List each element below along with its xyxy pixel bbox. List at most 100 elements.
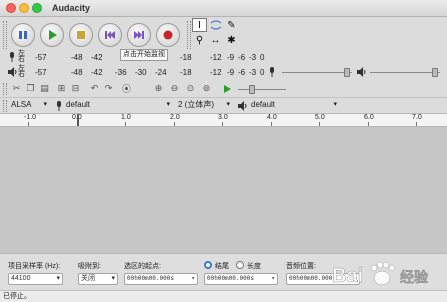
copy-icon: ❐ xyxy=(26,83,35,93)
title-bar: Audacity xyxy=(0,0,447,17)
selection-end-value: 00h00m00.000s xyxy=(207,275,254,282)
selection-start-field[interactable]: 00h00m00.000s ▾ xyxy=(124,273,198,285)
device-toolbar-grip[interactable] xyxy=(3,100,7,112)
meter-tick: -6 xyxy=(238,53,246,62)
chevron-down-icon: ▾ xyxy=(56,275,60,282)
recording-volume-slider[interactable] xyxy=(282,67,352,77)
meter-tick: -30 xyxy=(135,68,147,77)
meter-tick: -57 xyxy=(35,68,47,77)
ruler-label: 5.0 xyxy=(315,114,325,121)
project-rate-label: 项目采样率 (Hz): xyxy=(8,263,61,270)
trim-icon: ⊞ xyxy=(57,83,66,93)
play-button[interactable] xyxy=(40,23,64,47)
ruler-label: 4.0 xyxy=(267,114,277,121)
playback-speed-slider[interactable] xyxy=(238,84,286,94)
skip-to-start-button[interactable] xyxy=(98,23,122,47)
project-rate-select[interactable]: 44100 ▾ xyxy=(8,273,63,285)
playback-meter[interactable]: 左 右 -57 -48 -42 -36 -30 -24 -18 -12 -9 -… xyxy=(8,65,264,78)
track-panel[interactable] xyxy=(0,127,447,253)
play-icon xyxy=(49,30,57,40)
toolbar-grip[interactable] xyxy=(3,21,7,49)
ruler-label: 2.0 xyxy=(170,114,180,121)
scissors-icon: ✂ xyxy=(12,83,21,93)
play-icon xyxy=(223,84,231,93)
window-title: Audacity xyxy=(52,3,91,13)
close-window-button[interactable] xyxy=(6,3,16,13)
svg-text:经验: 经验 xyxy=(400,269,429,286)
edit-toolbar-grip[interactable] xyxy=(3,83,7,95)
trim-button[interactable]: ⊞ xyxy=(55,82,68,95)
snap-to-value: 关闭 xyxy=(81,275,95,282)
ruler-label: -1.0 xyxy=(24,114,37,121)
project-rate-value: 44100 xyxy=(11,275,31,282)
status-text: 已停止。 xyxy=(3,293,31,300)
recording-device-select[interactable]: default ▾ xyxy=(64,100,172,112)
chevron-down-icon: ▾ xyxy=(43,101,47,108)
zoom-tool-button[interactable]: ⚲ xyxy=(192,33,207,47)
meter-tick: -48 xyxy=(71,53,83,62)
skip-to-start-icon xyxy=(105,31,115,39)
selection-end-field[interactable]: 00h00m00.000s ▾ xyxy=(204,273,278,285)
right-channel-label: 右 xyxy=(18,56,25,63)
snap-to-select[interactable]: 关闭 ▾ xyxy=(78,273,118,285)
slider-thumb[interactable] xyxy=(249,85,255,94)
chevron-down-icon: ▾ xyxy=(191,275,195,282)
magnifier-icon: ⚲ xyxy=(195,34,204,46)
ruler-label: 1.0 xyxy=(121,114,131,121)
playhead-marker-icon[interactable] xyxy=(75,114,81,126)
selection-tool-button[interactable]: I xyxy=(192,18,207,32)
snap-to-label: 吸附到: xyxy=(78,263,101,270)
record-icon xyxy=(163,30,173,40)
meter-tick: -3 xyxy=(249,68,257,77)
undo-button[interactable]: ↶ xyxy=(88,82,101,95)
tools-grip[interactable] xyxy=(187,21,191,49)
svg-text:Bai: Bai xyxy=(332,265,363,287)
monitor-tooltip[interactable]: 点击开始监视 xyxy=(120,49,168,61)
redo-button[interactable]: ↷ xyxy=(102,82,115,95)
audio-host-select[interactable]: ALSA ▾ xyxy=(9,100,49,112)
time-shift-tool-button[interactable]: ↔ xyxy=(208,33,223,47)
draw-tool-button[interactable]: ✎ xyxy=(224,18,239,32)
zoom-window-button[interactable] xyxy=(32,3,42,13)
end-radio-label: 结尾 xyxy=(215,263,229,270)
play-at-speed-button[interactable] xyxy=(220,82,233,95)
meter-tick: -24 xyxy=(155,68,167,77)
envelope-tool-button[interactable] xyxy=(208,18,223,32)
silence-button[interactable]: ⊟ xyxy=(69,82,82,95)
ruler-label: 7.0 xyxy=(412,114,422,121)
record-button[interactable] xyxy=(156,23,180,47)
record-meter[interactable]: 左 右 -57 -48 -42 -18 -12 -9 -6 -3 0 点击开始监… xyxy=(8,49,264,63)
i-beam-icon: I xyxy=(198,19,201,31)
speaker-icon xyxy=(357,67,366,77)
redo-icon: ↷ xyxy=(104,83,113,93)
end-radio[interactable] xyxy=(204,261,212,269)
timeline-ruler[interactable]: -1.0 0.0 1.0 2.0 3.0 4.0 5.0 6.0 7.0 xyxy=(0,113,447,127)
paste-button[interactable]: ▤ xyxy=(38,82,51,95)
double-arrow-icon: ↔ xyxy=(210,34,221,46)
microphone-icon xyxy=(57,101,61,111)
chevron-down-icon: ▾ xyxy=(226,101,230,108)
fit-project-icon: ⊚ xyxy=(202,83,211,93)
skip-to-end-button[interactable] xyxy=(127,23,151,47)
cut-button[interactable]: ✂ xyxy=(10,82,23,95)
length-radio[interactable] xyxy=(236,261,244,269)
pause-button[interactable] xyxy=(11,23,35,47)
recording-channels-select[interactable]: 2 (立体声) ▾ xyxy=(176,100,232,112)
multi-tool-button[interactable]: ✱ xyxy=(224,33,239,47)
sync-lock-button[interactable]: ⦿ xyxy=(120,82,133,95)
playback-device-select[interactable]: default ▾ xyxy=(249,100,339,112)
playback-volume-slider[interactable] xyxy=(370,67,440,77)
zoom-out-button[interactable]: ⊖ xyxy=(168,82,181,95)
chevron-down-icon: ▾ xyxy=(111,275,115,282)
fit-project-button[interactable]: ⊚ xyxy=(200,82,213,95)
slider-thumb[interactable] xyxy=(344,68,350,77)
meter-tick: -18 xyxy=(180,68,192,77)
meter-tick: -57 xyxy=(35,53,47,62)
copy-button[interactable]: ❐ xyxy=(24,82,37,95)
zoom-in-button[interactable]: ⊕ xyxy=(152,82,165,95)
minimize-window-button[interactable] xyxy=(19,3,29,13)
slider-thumb[interactable] xyxy=(432,68,438,77)
pause-icon xyxy=(19,31,27,39)
fit-selection-button[interactable]: ⊙ xyxy=(184,82,197,95)
stop-button[interactable] xyxy=(69,23,93,47)
